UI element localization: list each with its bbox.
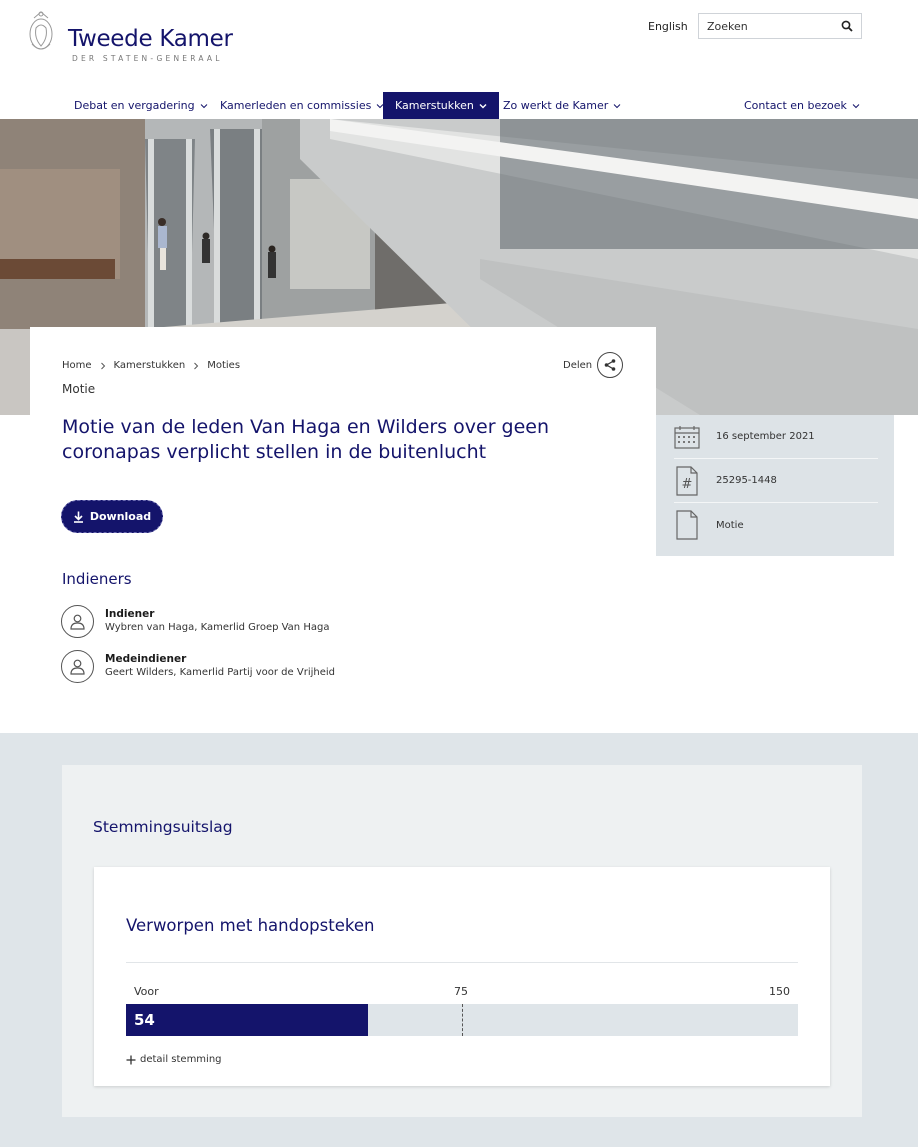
- document-meta: 16 september 2021 # 25295-1448 Motie: [656, 415, 894, 556]
- meta-date: 16 september 2021: [716, 431, 815, 442]
- vote-bar-track: 54: [126, 1004, 798, 1036]
- nav-label: Kamerleden en commissies: [220, 99, 372, 112]
- page-title: Motie van de leden Van Haga en Wilders o…: [62, 416, 550, 463]
- nav-contact-en-bezoek[interactable]: Contact en bezoek: [732, 92, 872, 119]
- download-button[interactable]: Download: [61, 500, 163, 533]
- breadcrumb-moties[interactable]: Moties: [207, 360, 240, 371]
- chevron-down-icon: [613, 103, 621, 108]
- avatar: [61, 650, 94, 683]
- majority-marker: [462, 1004, 463, 1036]
- share-label[interactable]: Delen: [563, 360, 592, 371]
- share-button[interactable]: [597, 352, 623, 378]
- voting-heading: Stemmingsuitslag: [93, 818, 233, 836]
- medeindiener-item: Medeindiener Geert Wilders, Kamerlid Par…: [61, 650, 335, 683]
- logo-text: Tweede Kamer DER STATEN-GENERAAL: [68, 26, 233, 63]
- document-number-icon: #: [674, 465, 700, 496]
- chevron-down-icon: [200, 103, 207, 108]
- nav-debat-en-vergadering[interactable]: Debat en vergadering: [62, 92, 220, 119]
- detail-stemming-link[interactable]: detail stemming: [126, 1054, 222, 1065]
- search-box: [698, 13, 862, 39]
- chevron-down-icon: [479, 103, 487, 108]
- meta-number-row: # 25295-1448: [674, 459, 878, 503]
- detail-stemming-label: detail stemming: [140, 1054, 222, 1065]
- max-label: 150: [769, 985, 790, 998]
- nav-kamerleden-en-commissies[interactable]: Kamerleden en commissies: [208, 92, 396, 119]
- download-label: Download: [89, 510, 152, 523]
- meta-type: Motie: [716, 519, 744, 531]
- chevron-right-icon: [194, 362, 199, 369]
- indieners-heading: Indieners: [62, 570, 132, 588]
- download-icon: [73, 511, 83, 523]
- user-icon: [70, 614, 85, 630]
- indiener-name: Wybren van Haga, Kamerlid Groep Van Haga: [105, 622, 330, 633]
- mid-label: 75: [454, 985, 468, 998]
- crest-icon: [29, 11, 53, 50]
- chevron-right-icon: [100, 362, 105, 369]
- calendar-icon: [674, 422, 700, 452]
- meta-type-row: Motie: [674, 503, 878, 547]
- user-icon: [70, 659, 85, 675]
- nav-label: Contact en bezoek: [744, 99, 847, 112]
- breadcrumb-home[interactable]: Home: [62, 360, 92, 371]
- main-nav: Debat en vergadering Kamerleden en commi…: [62, 92, 862, 119]
- voting-result: Verworpen met handopsteken: [126, 916, 375, 935]
- meta-date-row: 16 september 2021: [674, 415, 878, 459]
- avatar: [61, 605, 94, 638]
- vote-bar-voor: 54: [126, 1004, 368, 1036]
- nav-zo-werkt-de-kamer[interactable]: Zo werkt de Kamer: [491, 92, 633, 119]
- site-header: Tweede Kamer DER STATEN-GENERAAL English…: [0, 0, 918, 119]
- content-card: Home Kamerstukken Moties Delen Motie Mot…: [30, 327, 656, 717]
- breadcrumb-kamerstukken[interactable]: Kamerstukken: [114, 360, 186, 371]
- voting-panel: Stemmingsuitslag Verworpen met handopste…: [62, 765, 862, 1117]
- search-input[interactable]: [707, 19, 837, 33]
- nav-label: Kamerstukken: [395, 99, 474, 112]
- plus-icon: [126, 1055, 136, 1064]
- chevron-down-icon: [852, 103, 860, 108]
- nav-label: Debat en vergadering: [74, 99, 195, 112]
- language-link[interactable]: English: [648, 20, 688, 33]
- breadcrumb: Home Kamerstukken Moties: [62, 360, 240, 371]
- medeindiener-info: Medeindiener Geert Wilders, Kamerlid Par…: [105, 653, 335, 678]
- site-logo[interactable]: Tweede Kamer DER STATEN-GENERAAL: [26, 8, 233, 63]
- meta-number: 25295-1448: [716, 475, 777, 486]
- voor-label: Voor: [134, 985, 159, 998]
- nav-label: Zo werkt de Kamer: [503, 99, 609, 112]
- medeindiener-name: Geert Wilders, Kamerlid Partij voor de V…: [105, 667, 335, 678]
- document-icon: [674, 510, 700, 540]
- voting-card: Verworpen met handopsteken Voor 75 150 5…: [94, 867, 830, 1086]
- divider: [126, 962, 798, 963]
- indiener-info: Indiener Wybren van Haga, Kamerlid Groep…: [105, 608, 329, 633]
- logo-subtitle: DER STATEN-GENERAAL: [72, 54, 223, 63]
- document-type: Motie: [62, 382, 96, 396]
- search-icon[interactable]: [841, 20, 853, 32]
- share-icon: [604, 359, 616, 371]
- nav-kamerstukken[interactable]: Kamerstukken: [383, 92, 499, 119]
- indiener-role: Indiener: [105, 608, 155, 620]
- medeindiener-role: Medeindiener: [105, 653, 187, 665]
- logo-title: Tweede Kamer: [68, 26, 233, 52]
- indiener-item: Indiener Wybren van Haga, Kamerlid Groep…: [61, 605, 329, 638]
- svg-text:#: #: [682, 477, 693, 492]
